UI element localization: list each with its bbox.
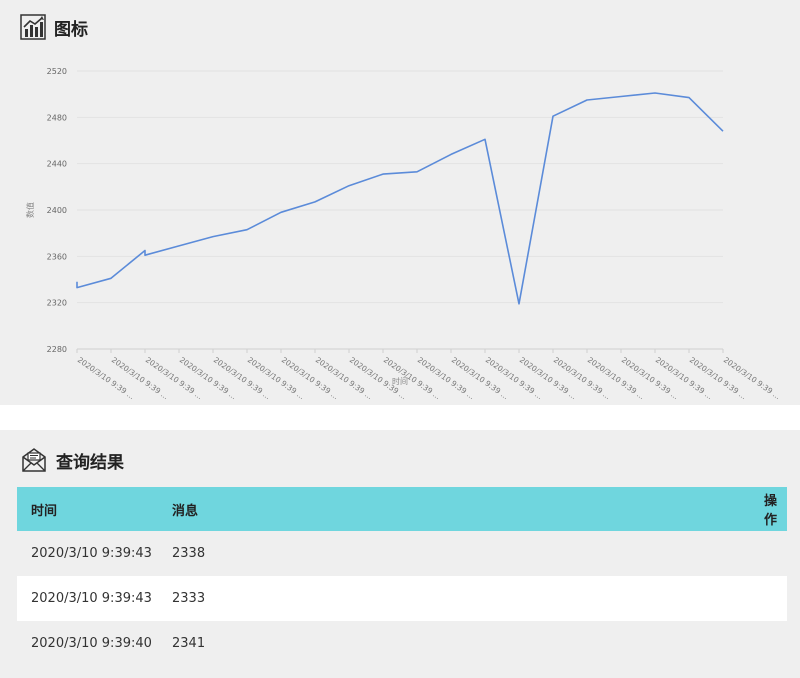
column-header-message[interactable]: 消息 xyxy=(172,487,752,531)
results-section-title: 查询结果 xyxy=(56,452,124,473)
table-row[interactable]: 2020/3/10 9:39:40 2341 xyxy=(17,621,787,666)
x-tick-label: 2020/3/10 9:39 ... xyxy=(382,355,442,401)
x-tick-label: 2020/3/10 9:39 ... xyxy=(586,355,646,401)
y-tick-label: 2520 xyxy=(47,67,67,76)
x-tick-label: 2020/3/10 9:39 ... xyxy=(450,355,510,401)
x-tick-label: 2020/3/10 9:39 ... xyxy=(144,355,204,401)
x-tick-label: 2020/3/10 9:39 ... xyxy=(416,355,476,401)
x-tick-label: 2020/3/10 9:39 ... xyxy=(110,355,170,401)
y-tick-label: 2480 xyxy=(47,113,67,122)
results-panel: 查询结果 时间 消息 操作 2020/3/10 9:39:43 2338 202… xyxy=(0,430,800,678)
y-tick-label: 2400 xyxy=(47,206,67,215)
y-tick-label: 2440 xyxy=(47,160,67,169)
x-tick-label: 2020/3/10 9:39 ... xyxy=(212,355,272,401)
y-tick-label: 2360 xyxy=(47,252,67,261)
column-header-action[interactable]: 操作 xyxy=(752,487,787,531)
line-chart: 2280 2320 2360 2400 2440 2480 2520 数值 2020/3/10 … xyxy=(25,67,782,401)
x-tick-label: 2020/3/10 9:39 ... xyxy=(484,355,544,401)
cell-action xyxy=(752,621,787,666)
x-tick-label: 2020/3/10 9:39 ... xyxy=(552,355,612,401)
table-row[interactable]: 2020/3/10 9:39:43 2333 xyxy=(17,576,787,621)
x-tick-label: 2020/3/10 9:39 ... xyxy=(280,355,340,401)
mail-open-icon xyxy=(22,448,46,472)
y-tick-label: 2320 xyxy=(47,299,67,308)
series-line xyxy=(76,92,724,305)
cell-time: 2020/3/10 9:39:43 xyxy=(17,576,172,621)
x-tick-label: 2020/3/10 9:39 ... xyxy=(246,355,306,401)
x-axis-label: 时间 xyxy=(392,376,408,386)
table-header-row: 时间 消息 操作 xyxy=(17,487,787,531)
x-tick-label: 2020/3/10 9:39 ... xyxy=(76,355,136,401)
y-tick-label: 2280 xyxy=(47,345,67,354)
results-section-header: 查询结果 xyxy=(20,446,124,474)
results-table: 时间 消息 操作 2020/3/10 9:39:43 2338 2020/3/1… xyxy=(17,487,787,666)
x-tick-label: 2020/3/10 9:39 ... xyxy=(654,355,714,401)
x-tick-label: 2020/3/10 9:39 ... xyxy=(178,355,238,401)
table-row[interactable]: 2020/3/10 9:39:43 2338 xyxy=(17,531,787,576)
x-tick-label: 2020/3/10 9:39 ... xyxy=(518,355,578,401)
cell-time: 2020/3/10 9:39:40 xyxy=(17,621,172,666)
column-header-time[interactable]: 时间 xyxy=(17,487,172,531)
y-axis-label: 数值 xyxy=(25,202,35,218)
x-tick-label: 2020/3/10 9:39 ... xyxy=(688,355,748,401)
cell-action xyxy=(752,576,787,621)
x-tick-label: 2020/3/10 9:39 ... xyxy=(314,355,374,401)
cell-message: 2338 xyxy=(172,531,752,576)
cell-message: 2341 xyxy=(172,621,752,666)
chart-panel: 图标 2280 2320 2360 2400 2440 2480 2520 数值 2020/3/… xyxy=(0,0,800,405)
cell-message: 2333 xyxy=(172,576,752,621)
x-tick-label: 2020/3/10 9:39 ... xyxy=(620,355,680,401)
x-tick-label: 2020/3/10 9:39 ... xyxy=(722,355,782,401)
cell-time: 2020/3/10 9:39:43 xyxy=(17,531,172,576)
cell-action xyxy=(752,531,787,576)
